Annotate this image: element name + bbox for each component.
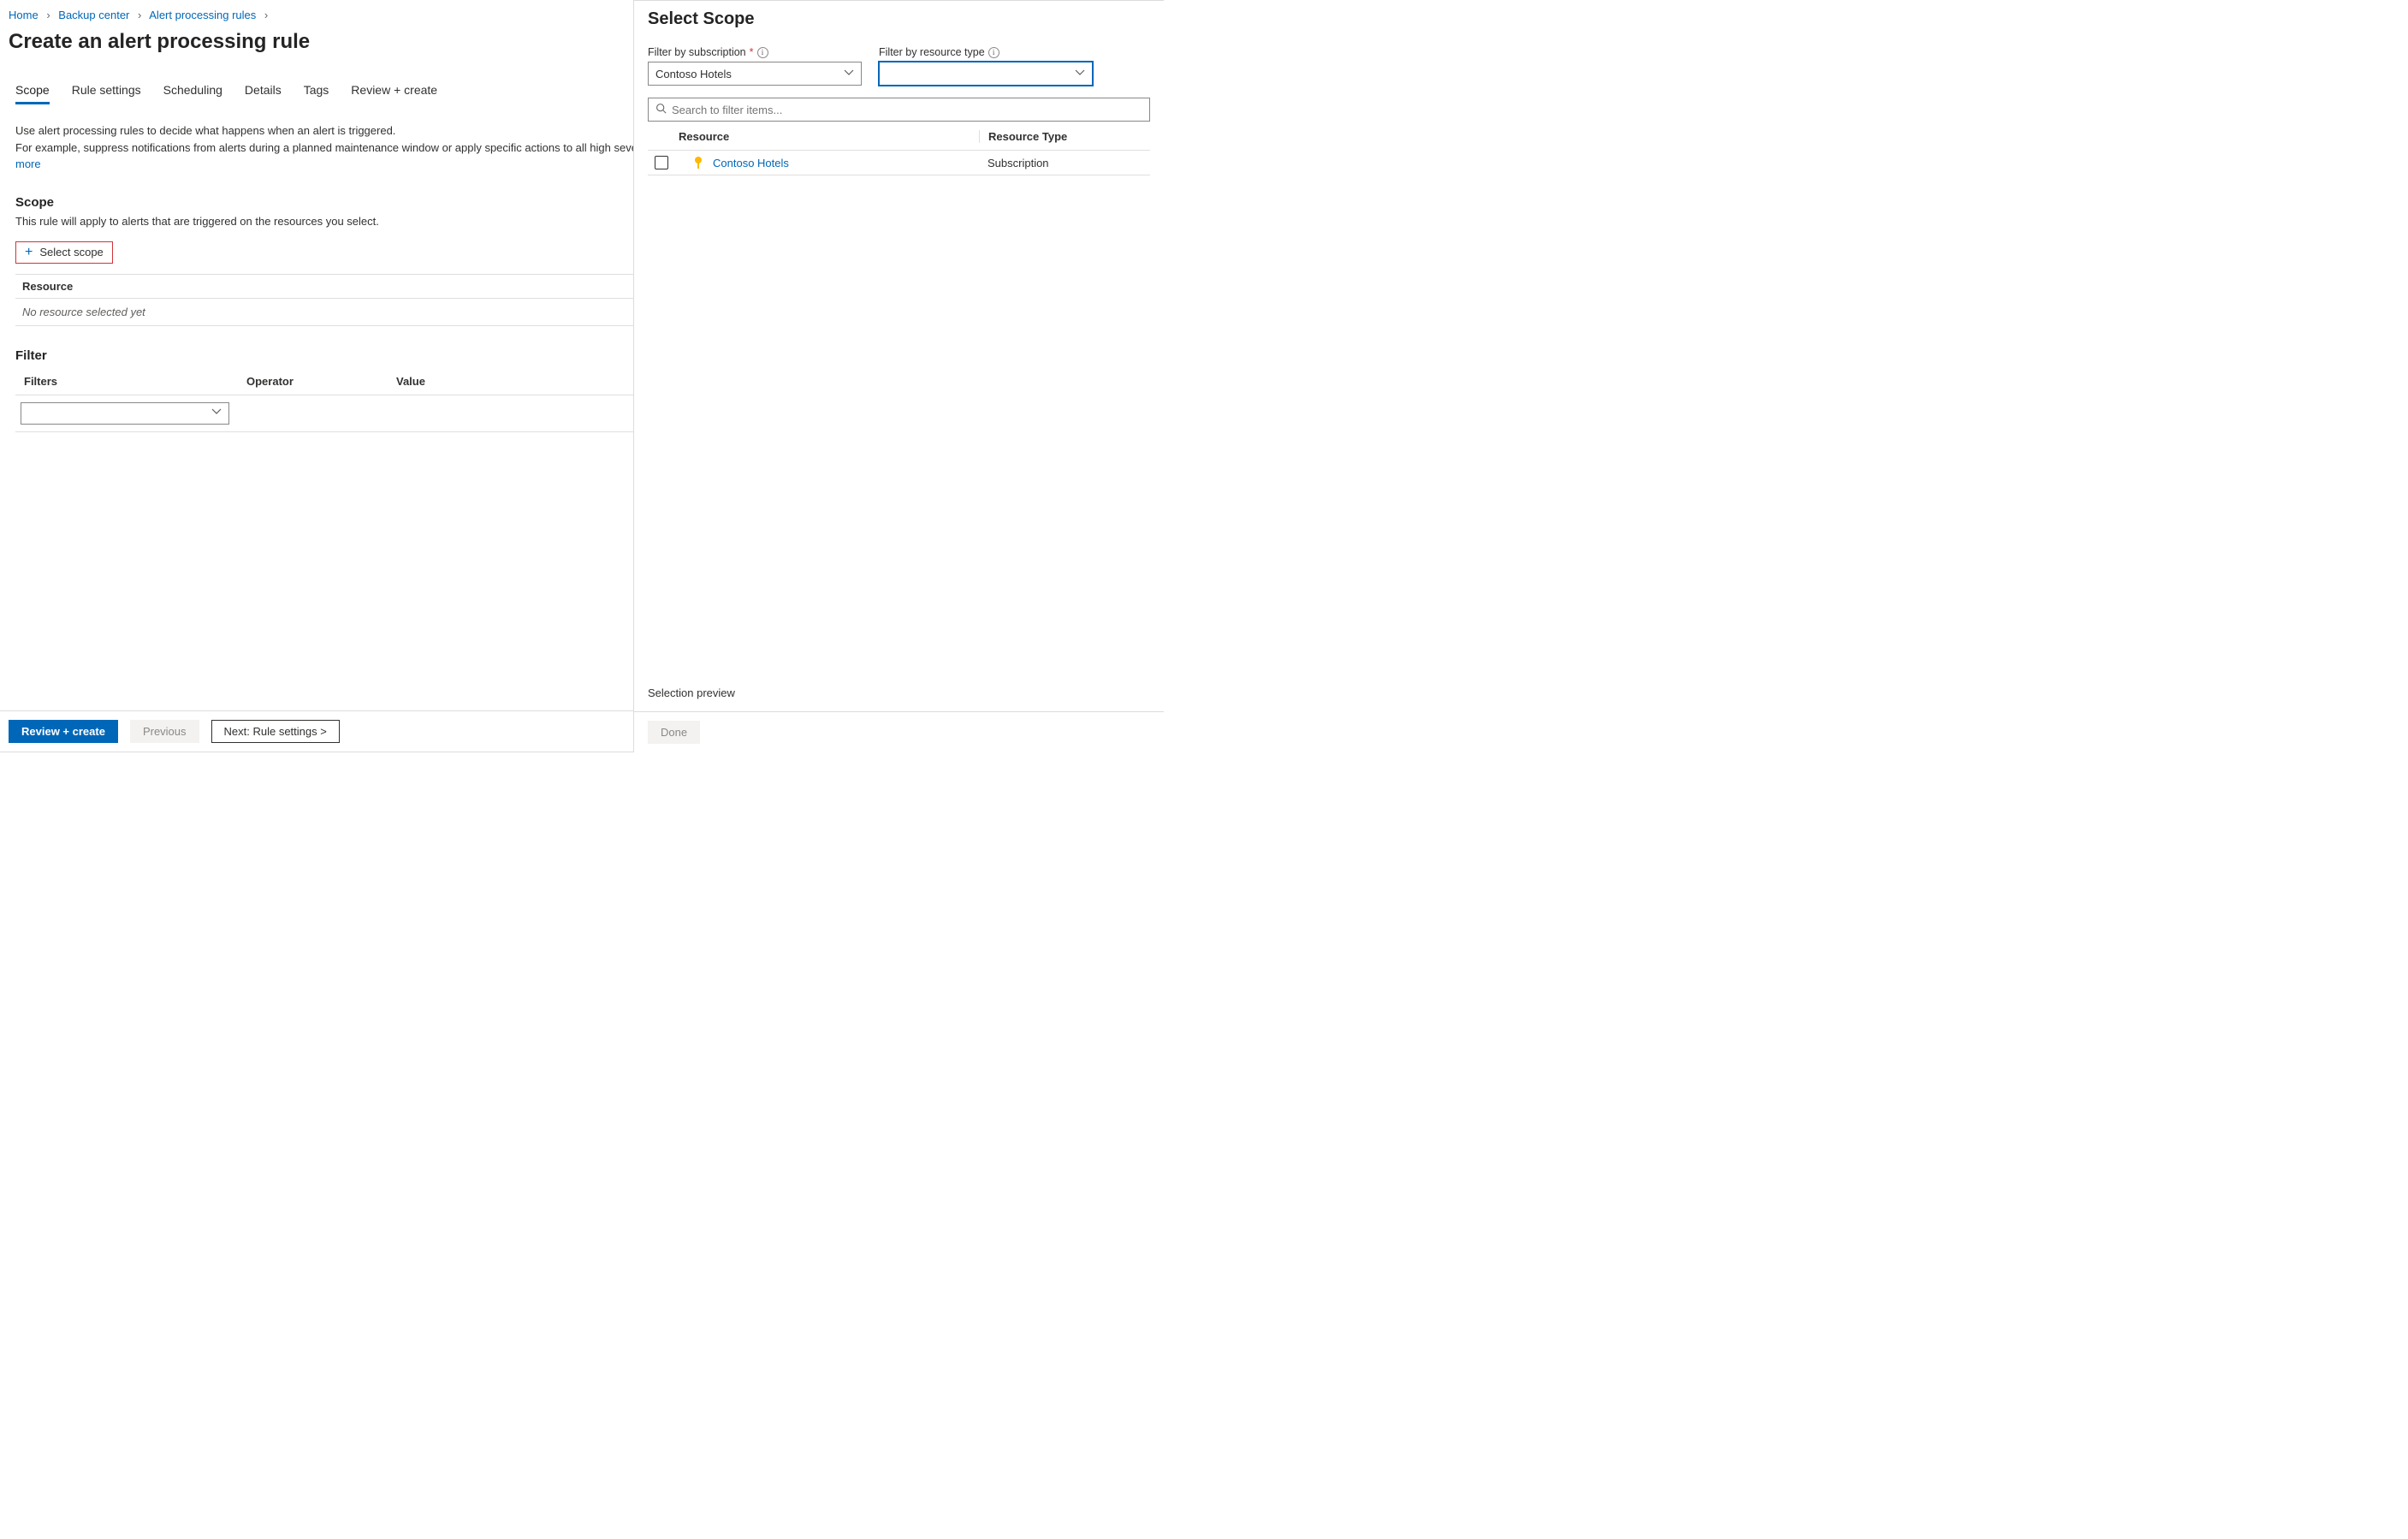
done-button: Done <box>648 721 700 744</box>
required-indicator: * <box>750 46 754 58</box>
tab-review-create[interactable]: Review + create <box>351 80 437 104</box>
chevron-down-icon <box>1075 68 1085 80</box>
chevron-right-icon: › <box>259 9 273 21</box>
scope-search[interactable] <box>648 98 1150 122</box>
subscription-value: Contoso Hotels <box>655 68 732 80</box>
plus-icon: + <box>25 246 33 259</box>
tab-scope[interactable]: Scope <box>15 80 50 104</box>
tab-details[interactable]: Details <box>245 80 282 104</box>
previous-button: Previous <box>130 720 199 743</box>
key-icon <box>692 157 704 169</box>
breadcrumb-backup-center[interactable]: Backup center <box>58 9 129 21</box>
scope-row[interactable]: Contoso Hotels Subscription <box>648 151 1150 175</box>
filter-subscription-label: Filter by subscription <box>648 46 746 58</box>
filter-col-operator: Operator <box>246 375 396 388</box>
chevron-right-icon: › <box>133 9 146 21</box>
panel-col-type: Resource Type <box>979 130 1150 143</box>
tab-tags[interactable]: Tags <box>304 80 329 104</box>
select-scope-label: Select scope <box>39 246 103 258</box>
filter-resource-type-label: Filter by resource type <box>879 46 985 58</box>
scope-col-resource: Resource <box>22 280 715 293</box>
intro-line2: For example, suppress notifications from… <box>15 141 647 154</box>
learn-more-link[interactable]: more <box>15 157 41 170</box>
filter-type-dropdown[interactable] <box>21 402 229 425</box>
scope-search-input[interactable] <box>672 104 1142 116</box>
tab-scheduling[interactable]: Scheduling <box>163 80 222 104</box>
breadcrumb-alert-processing-rules[interactable]: Alert processing rules <box>149 9 256 21</box>
review-create-button[interactable]: Review + create <box>9 720 118 743</box>
info-icon[interactable]: i <box>988 47 999 58</box>
chevron-right-icon: › <box>41 9 55 21</box>
scope-resource-link[interactable]: Contoso Hotels <box>713 157 789 169</box>
filter-col-filters: Filters <box>24 375 246 388</box>
chevron-down-icon <box>211 407 222 419</box>
selection-preview-label: Selection preview <box>634 686 1164 711</box>
panel-col-resource: Resource <box>675 130 979 143</box>
next-button[interactable]: Next: Rule settings > <box>211 720 340 743</box>
panel-title: Select Scope <box>634 1 1164 38</box>
tab-rule-settings[interactable]: Rule settings <box>72 80 141 104</box>
select-scope-panel: Select Scope Filter by subscription * i … <box>633 0 1164 752</box>
search-icon <box>655 103 667 116</box>
select-scope-button[interactable]: + Select scope <box>15 241 113 264</box>
scope-empty-message: No resource selected yet <box>22 306 145 318</box>
scope-resource-type: Subscription <box>979 157 1150 169</box>
resource-type-dropdown[interactable] <box>879 62 1093 86</box>
scope-row-checkbox[interactable] <box>655 156 668 169</box>
chevron-down-icon <box>844 68 854 80</box>
breadcrumb-home[interactable]: Home <box>9 9 39 21</box>
subscription-dropdown[interactable]: Contoso Hotels <box>648 62 862 86</box>
info-icon[interactable]: i <box>757 47 768 58</box>
